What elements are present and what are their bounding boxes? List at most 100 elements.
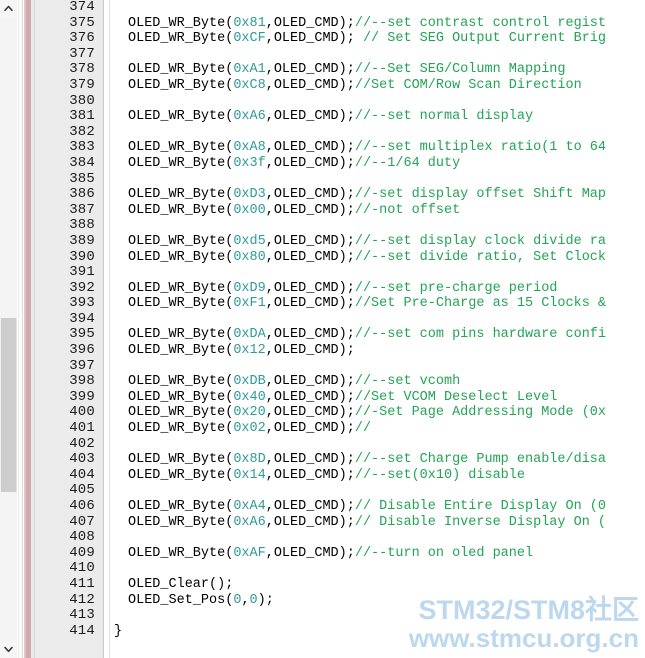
code-line[interactable]: OLED_WR_Byte(0x8D,OLED_CMD);//--set Char… [110,452,645,468]
code-line[interactable]: OLED_WR_Byte(0x14,OLED_CMD);//--set(0x10… [110,468,645,484]
code-line[interactable]: OLED_WR_Byte(0xF1,OLED_CMD);//Set Pre-Ch… [110,296,645,312]
code-token-plain: OLED_WR_Byte( [128,545,234,561]
line-number[interactable]: 375 [35,15,103,32]
line-number[interactable]: 396 [35,342,103,359]
code-line[interactable]: OLED_WR_Byte(0xD9,OLED_CMD);//--set pre-… [110,281,645,297]
line-number[interactable]: 386 [35,187,103,203]
code-token-plain: ,OLED_CMD); [265,545,355,561]
line-number[interactable]: 376 [35,31,103,47]
code-line[interactable] [110,218,645,234]
code-line[interactable] [110,608,645,624]
code-line[interactable]: OLED_WR_Byte(0x00,OLED_CMD);//-not offse… [110,203,645,219]
scrollbar-track-upper[interactable] [0,17,17,318]
code-line[interactable]: OLED_Clear(); [110,577,645,593]
code-line[interactable] [110,47,645,63]
vertical-scrollbar[interactable] [0,0,17,658]
code-token-num: 0x02 [233,421,266,437]
line-number[interactable]: 399 [35,389,103,406]
code-line[interactable] [110,312,645,328]
code-line[interactable]: OLED_WR_Byte(0x80,OLED_CMD);//--set divi… [110,250,645,266]
code-line[interactable]: OLED_WR_Byte(0x12,OLED_CMD); [110,343,645,359]
code-line[interactable]: OLED_WR_Byte(0xA6,OLED_CMD);//--set norm… [110,109,645,125]
code-token-cmt: // [354,421,372,437]
line-number[interactable]: 388 [35,218,103,234]
code-line[interactable]: OLED_WR_Byte(0x40,OLED_CMD);//Set VCOM D… [110,390,645,406]
scroll-up-button[interactable] [0,0,17,17]
line-number[interactable]: 413 [35,608,103,624]
line-number[interactable]: 398 [35,374,103,390]
code-line[interactable]: OLED_WR_Byte(0x81,OLED_CMD);//--set cont… [110,16,645,32]
scrollbar-thumb[interactable] [1,318,16,492]
line-number[interactable]: 387 [35,202,103,219]
code-line[interactable]: OLED_WR_Byte(0xCF,OLED_CMD); // Set SEG … [110,31,645,47]
code-line[interactable]: OLED_WR_Byte(0xD3,OLED_CMD);//-set displ… [110,187,645,203]
line-number[interactable]: 384 [35,155,103,172]
line-number[interactable]: 400 [35,405,103,421]
code-line[interactable] [110,0,645,16]
code-line[interactable]: } [110,624,645,640]
code-line[interactable]: OLED_Set_Pos(0,0); [110,593,645,609]
line-number[interactable]: 382 [35,124,103,141]
code-line[interactable] [110,483,645,499]
line-number[interactable]: 380 [35,93,103,110]
code-line[interactable]: OLED_WR_Byte(0xA6,OLED_CMD);// Disable I… [110,515,645,531]
line-number[interactable]: 404 [35,467,103,484]
code-line[interactable] [110,359,645,375]
code-line[interactable] [110,125,645,141]
line-number[interactable]: 383 [35,140,103,156]
code-line[interactable]: OLED_WR_Byte(0xA1,OLED_CMD);//--Set SEG/… [110,62,645,78]
code-line[interactable]: OLED_WR_Byte(0x3f,OLED_CMD);//--1/64 dut… [110,156,645,172]
line-number[interactable]: 394 [35,311,103,328]
code-line[interactable]: OLED_WR_Byte(0x02,OLED_CMD);// [110,421,645,437]
code-text-area[interactable]: OLED_WR_Byte(0x81,OLED_CMD);//--set cont… [110,0,645,658]
line-number[interactable]: 378 [35,62,103,78]
line-number[interactable]: 391 [35,264,103,281]
line-number[interactable]: 408 [35,530,103,546]
code-token-cmt: //Set COM/Row Scan Direction [354,77,582,93]
line-number[interactable]: 406 [35,498,103,515]
code-token-num: 0x3f [233,155,266,171]
line-number[interactable]: 381 [35,109,103,125]
scrollbar-track-lower[interactable] [0,492,17,641]
line-number[interactable]: 414 [35,623,103,640]
code-line[interactable] [110,530,645,546]
line-number[interactable]: 389 [35,233,103,250]
scroll-down-button[interactable] [0,641,17,658]
line-number[interactable]: 397 [35,358,103,375]
line-number[interactable]: 409 [35,545,103,562]
code-line[interactable]: OLED_WR_Byte(0x20,OLED_CMD);//-Set Page … [110,405,645,421]
line-number[interactable]: 405 [35,483,103,499]
code-line[interactable] [110,94,645,110]
line-number[interactable]: 407 [35,514,103,531]
code-token-plain: ,OLED_CMD); [265,389,355,405]
line-number[interactable]: 390 [35,249,103,266]
code-line[interactable]: OLED_WR_Byte(0xAF,OLED_CMD);//--turn on … [110,546,645,562]
code-line[interactable]: OLED_WR_Byte(0xC8,OLED_CMD);//Set COM/Ro… [110,78,645,94]
line-number[interactable]: 401 [35,420,103,437]
line-number[interactable]: 379 [35,77,103,94]
line-number[interactable]: 374 [35,0,103,16]
line-number[interactable]: 395 [35,327,103,343]
line-number[interactable]: 392 [35,280,103,297]
code-line[interactable]: OLED_WR_Byte(0xA8,OLED_CMD);//--set mult… [110,140,645,156]
code-line[interactable]: OLED_WR_Byte(0xd5,OLED_CMD);//--set disp… [110,234,645,250]
code-line[interactable] [110,265,645,281]
line-number[interactable]: 412 [35,592,103,609]
line-number[interactable]: 411 [35,576,103,593]
code-line[interactable] [110,561,645,577]
code-line[interactable]: OLED_WR_Byte(0xDA,OLED_CMD);//--set com … [110,327,645,343]
line-number[interactable]: 393 [35,296,103,312]
code-line[interactable]: OLED_WR_Byte(0xA4,OLED_CMD);// Disable E… [110,499,645,515]
code-line[interactable] [110,172,645,188]
code-line[interactable] [110,437,645,453]
line-number[interactable]: 377 [35,46,103,63]
code-token-plain: ,OLED_CMD); [265,467,355,483]
code-line[interactable]: OLED_WR_Byte(0xDB,OLED_CMD);//--set vcom… [110,374,645,390]
code-token-plain: ,OLED_CMD); [265,421,355,437]
code-token-plain: ,OLED_CMD); [265,499,355,514]
line-number[interactable]: 385 [35,171,103,188]
line-number[interactable]: 410 [35,561,103,577]
line-number[interactable]: 403 [35,452,103,468]
line-number-gutter[interactable]: 374 375 376 377 378 379 380 381 382 383 384 385 386 3… [35,0,104,658]
line-number[interactable]: 402 [35,436,103,453]
